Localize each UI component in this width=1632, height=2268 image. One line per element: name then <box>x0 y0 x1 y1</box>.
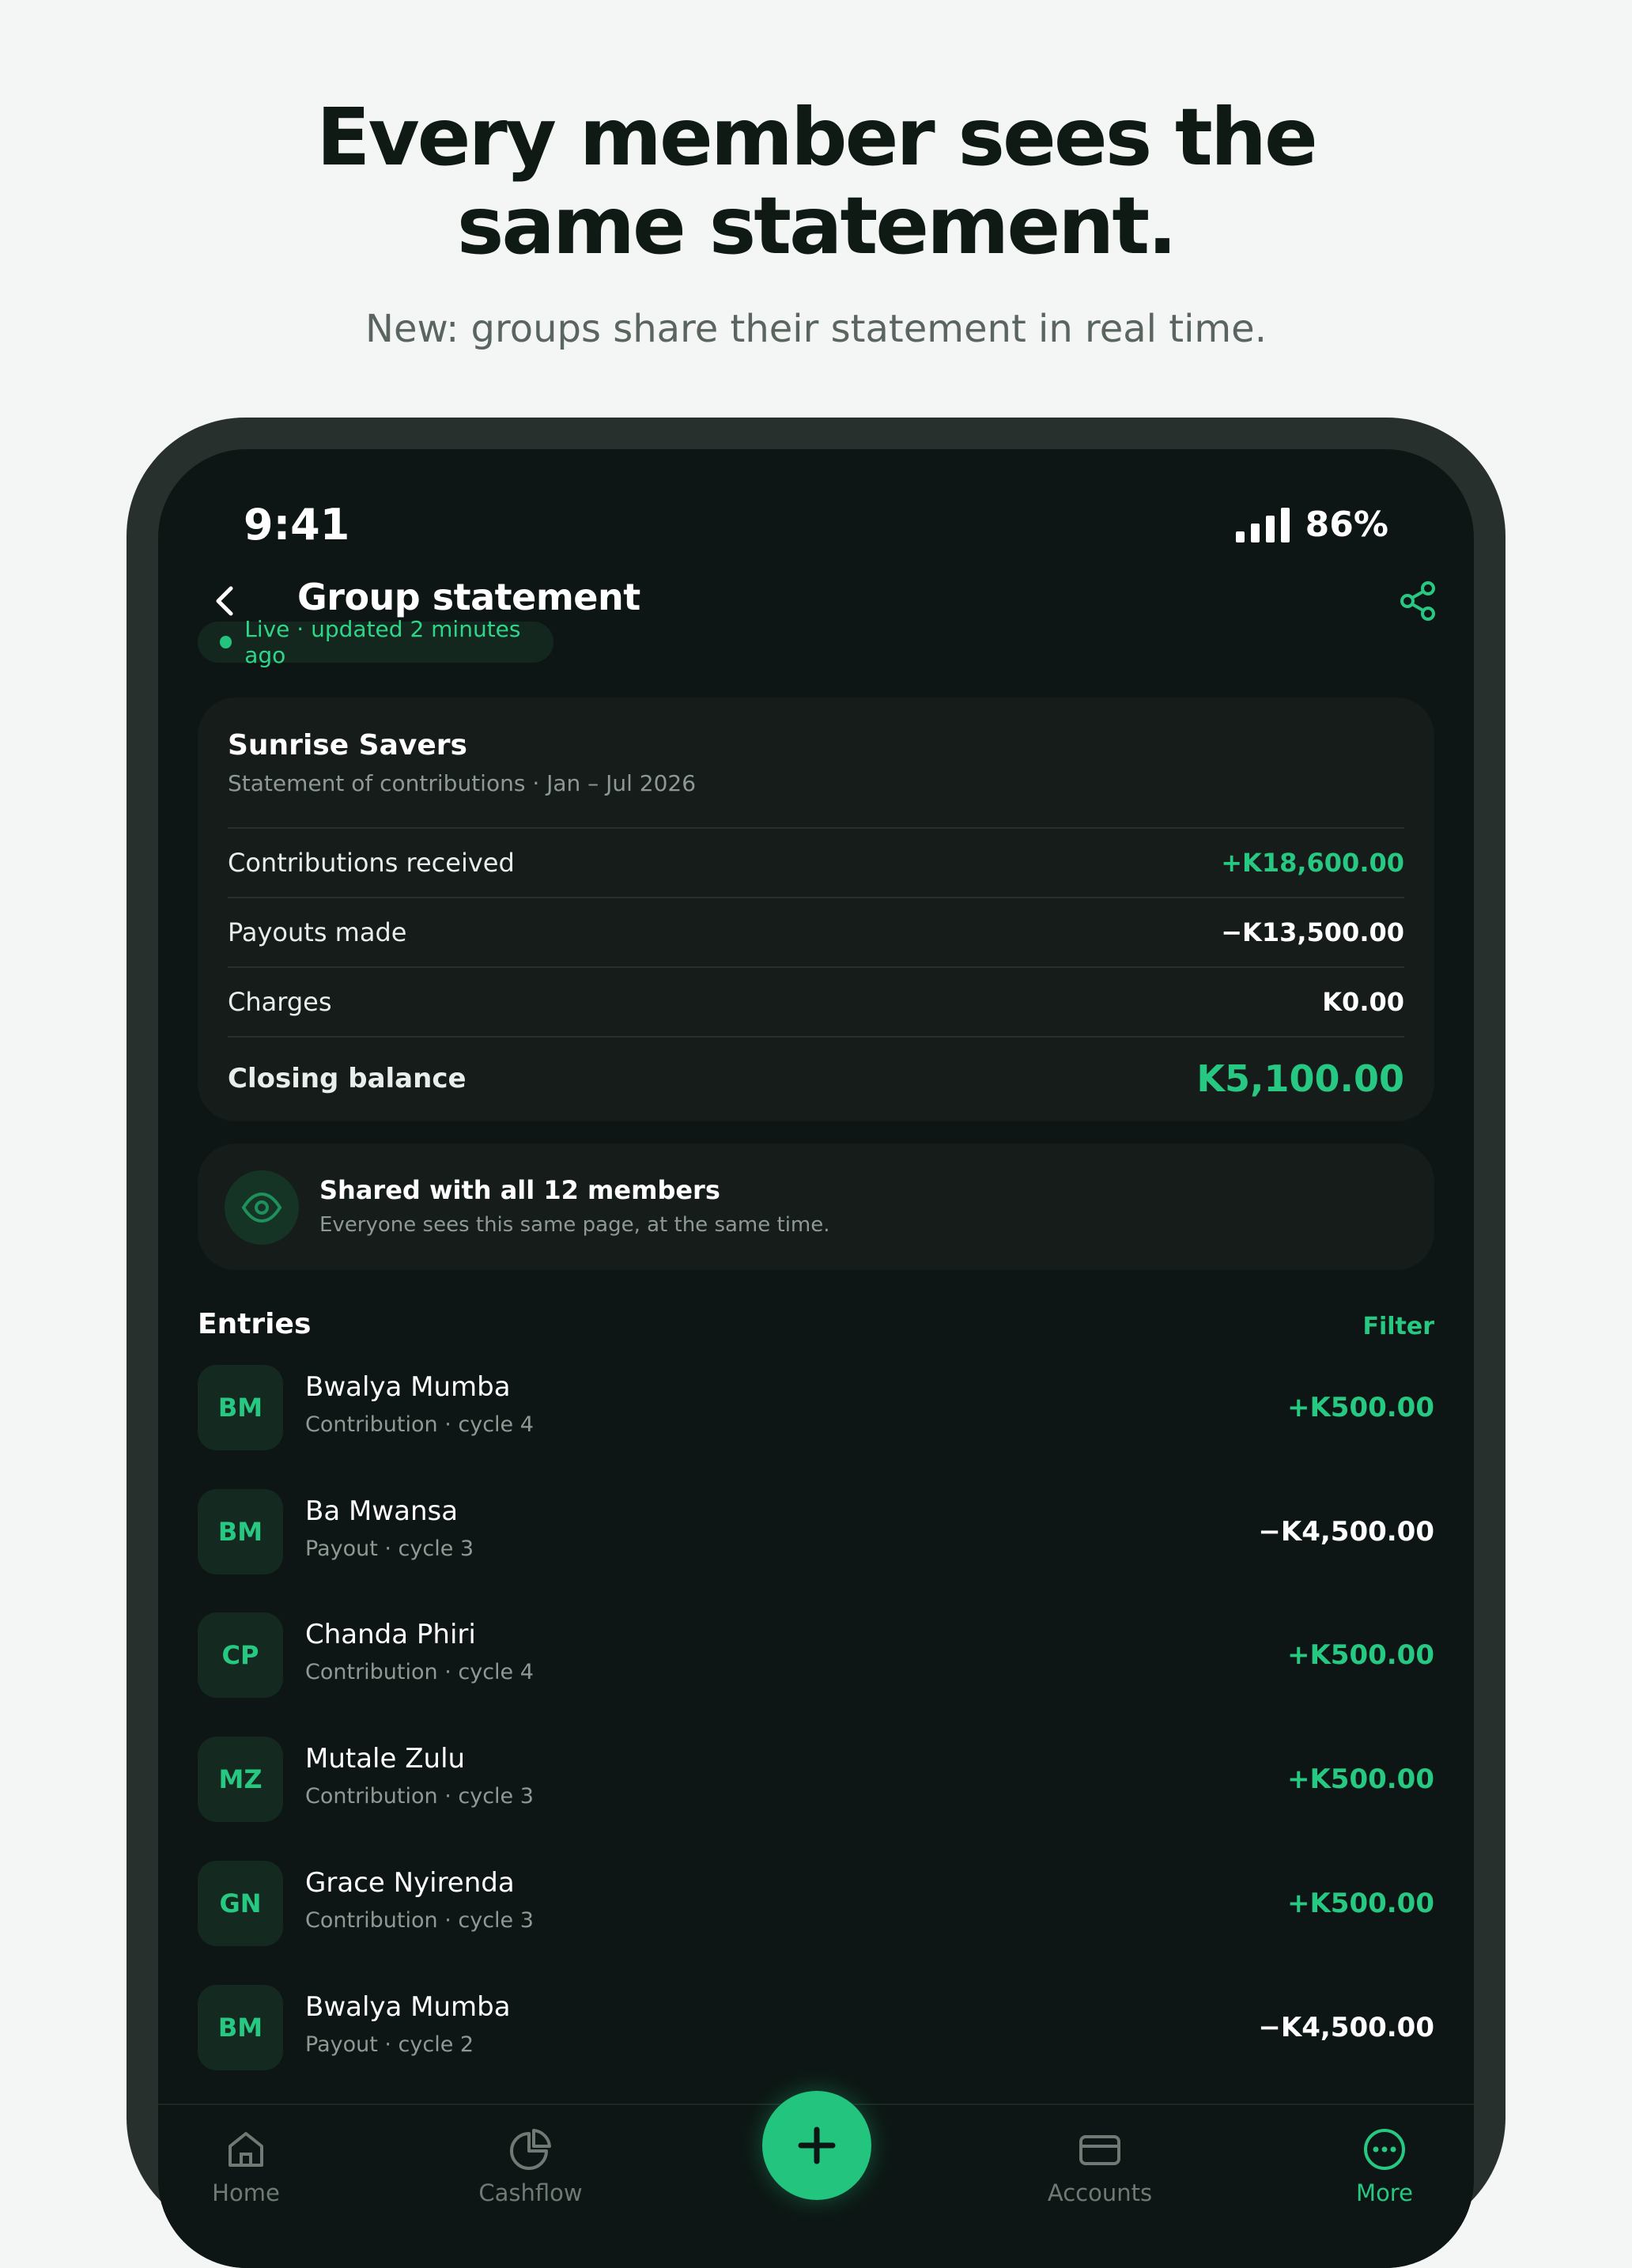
tab-home-label: Home <box>212 2179 280 2206</box>
share-icon[interactable] <box>1395 577 1442 625</box>
summary-row-payouts: Payouts made −K13,500.00 <box>228 897 1404 966</box>
summary-row-label: Contributions received <box>228 848 515 878</box>
entry-amount: +K500.00 <box>1286 1392 1434 1423</box>
entry-detail: Payout · cycle 2 <box>305 2032 474 2057</box>
tab-more-label: More <box>1356 2179 1413 2206</box>
entry-amount: +K500.00 <box>1286 1639 1434 1671</box>
status-indicators: 86% <box>1235 505 1388 545</box>
entry-row[interactable]: BM Ba Mwansa Payout · cycle 3 −K4,500.00 <box>198 1489 1434 1576</box>
entry-name: Bwalya Mumba <box>305 1371 511 1403</box>
bottom-tab-bar: Home Cashflow Accounts More <box>158 2091 1474 2268</box>
statement-summary-card: Sunrise Savers Statement of contribution… <box>198 697 1434 1121</box>
entry-name: Grace Nyirenda <box>305 1867 515 1899</box>
add-button[interactable] <box>762 2091 871 2200</box>
entry-name: Bwalya Mumba <box>305 1991 511 2023</box>
statement-period: Statement of contributions · Jan – Jul 2… <box>228 770 697 796</box>
summary-row-charges: Charges K0.00 <box>228 966 1404 1036</box>
entry-name: Chanda Phiri <box>305 1619 476 1650</box>
live-status-text: Live · updated 2 minutes ago <box>244 616 521 668</box>
entry-row[interactable]: GN Grace Nyirenda Contribution · cycle 3… <box>198 1861 1434 1948</box>
tab-more[interactable]: More <box>1305 2124 1464 2206</box>
tab-home[interactable]: Home <box>167 2124 325 2206</box>
shared-title: Shared with all 12 members <box>319 1175 720 1205</box>
entry-detail: Payout · cycle 3 <box>305 1537 474 1561</box>
entry-detail: Contribution · cycle 3 <box>305 1784 534 1809</box>
avatar: BM <box>198 1365 283 1450</box>
eye-icon <box>225 1170 299 1245</box>
hero-title-line2: same statement. <box>456 180 1177 272</box>
avatar: MZ <box>198 1737 283 1822</box>
entry-row[interactable]: MZ Mutale Zulu Contribution · cycle 3 +K… <box>198 1737 1434 1824</box>
entries-heading: Entries <box>198 1308 312 1340</box>
summary-row-value: +K18,600.00 <box>1221 848 1404 878</box>
live-status-badge: Live · updated 2 minutes ago <box>198 616 553 668</box>
filter-button[interactable]: Filter <box>1362 1313 1434 1340</box>
summary-row-contributions: Contributions received +K18,600.00 <box>228 827 1404 897</box>
summary-row-value: −K13,500.00 <box>1221 917 1404 947</box>
closing-balance-value: K5,100.00 <box>1196 1057 1404 1100</box>
avatar: BM <box>198 1985 283 2070</box>
chevron-left-icon[interactable] <box>202 577 250 625</box>
tab-cashflow[interactable]: Cashflow <box>451 2124 610 2206</box>
entry-name: Mutale Zulu <box>305 1743 466 1775</box>
entry-detail: Contribution · cycle 3 <box>305 1908 534 1933</box>
tab-cashflow-label: Cashflow <box>478 2179 583 2206</box>
hero-title: Every member sees the same statement. <box>0 93 1632 270</box>
plus-icon <box>798 2126 836 2164</box>
avatar: GN <box>198 1861 283 1946</box>
tab-accounts[interactable]: Accounts <box>1021 2124 1179 2206</box>
more-icon <box>1364 2129 1405 2170</box>
entry-amount: −K4,500.00 <box>1258 1516 1434 1548</box>
device-frame: 9:41 86% Group statement Live · updated … <box>127 418 1505 2268</box>
entry-amount: +K500.00 <box>1286 1888 1434 1919</box>
entry-name: Ba Mwansa <box>305 1495 459 1527</box>
entry-row[interactable]: BM Bwalya Mumba Contribution · cycle 4 +… <box>198 1365 1434 1452</box>
summary-row-label: Charges <box>228 987 332 1017</box>
card-icon <box>1079 2135 1120 2165</box>
hero-title-line1: Every member sees the <box>316 91 1318 183</box>
summary-row-label: Payouts made <box>228 917 407 947</box>
signal-icon <box>1235 507 1290 542</box>
entry-amount: +K500.00 <box>1286 1763 1434 1795</box>
entry-detail: Contribution · cycle 4 <box>305 1660 534 1684</box>
entry-detail: Contribution · cycle 4 <box>305 1412 534 1437</box>
battery-level: 86% <box>1305 505 1388 545</box>
shared-with-members-card[interactable]: Shared with all 12 members Everyone sees… <box>198 1143 1434 1270</box>
shared-subtitle: Everyone sees this same page, at the sam… <box>319 1213 830 1237</box>
entry-row[interactable]: BM Bwalya Mumba Payout · cycle 2 −K4,500… <box>198 1985 1434 2072</box>
closing-balance-label: Closing balance <box>228 1063 467 1094</box>
avatar: BM <box>198 1489 283 1574</box>
entry-row[interactable]: CP Chanda Phiri Contribution · cycle 4 +… <box>198 1612 1434 1699</box>
hero-subtitle: New: groups share their statement in rea… <box>365 307 1267 351</box>
app-screen: 9:41 86% Group statement Live · updated … <box>158 449 1474 2268</box>
avatar: CP <box>198 1612 283 1698</box>
entry-amount: −K4,500.00 <box>1258 2012 1434 2043</box>
summary-row-value: K0.00 <box>1322 987 1404 1017</box>
pie-chart-icon <box>510 2129 551 2170</box>
summary-row-closing-balance: Closing balance K5,100.00 <box>228 1036 1404 1120</box>
live-dot-icon <box>220 636 232 648</box>
status-time: 9:41 <box>244 500 350 550</box>
home-icon <box>229 2132 263 2167</box>
tab-accounts-label: Accounts <box>1047 2179 1153 2206</box>
group-name: Sunrise Savers <box>228 729 467 762</box>
page-title: Group statement <box>297 576 640 618</box>
